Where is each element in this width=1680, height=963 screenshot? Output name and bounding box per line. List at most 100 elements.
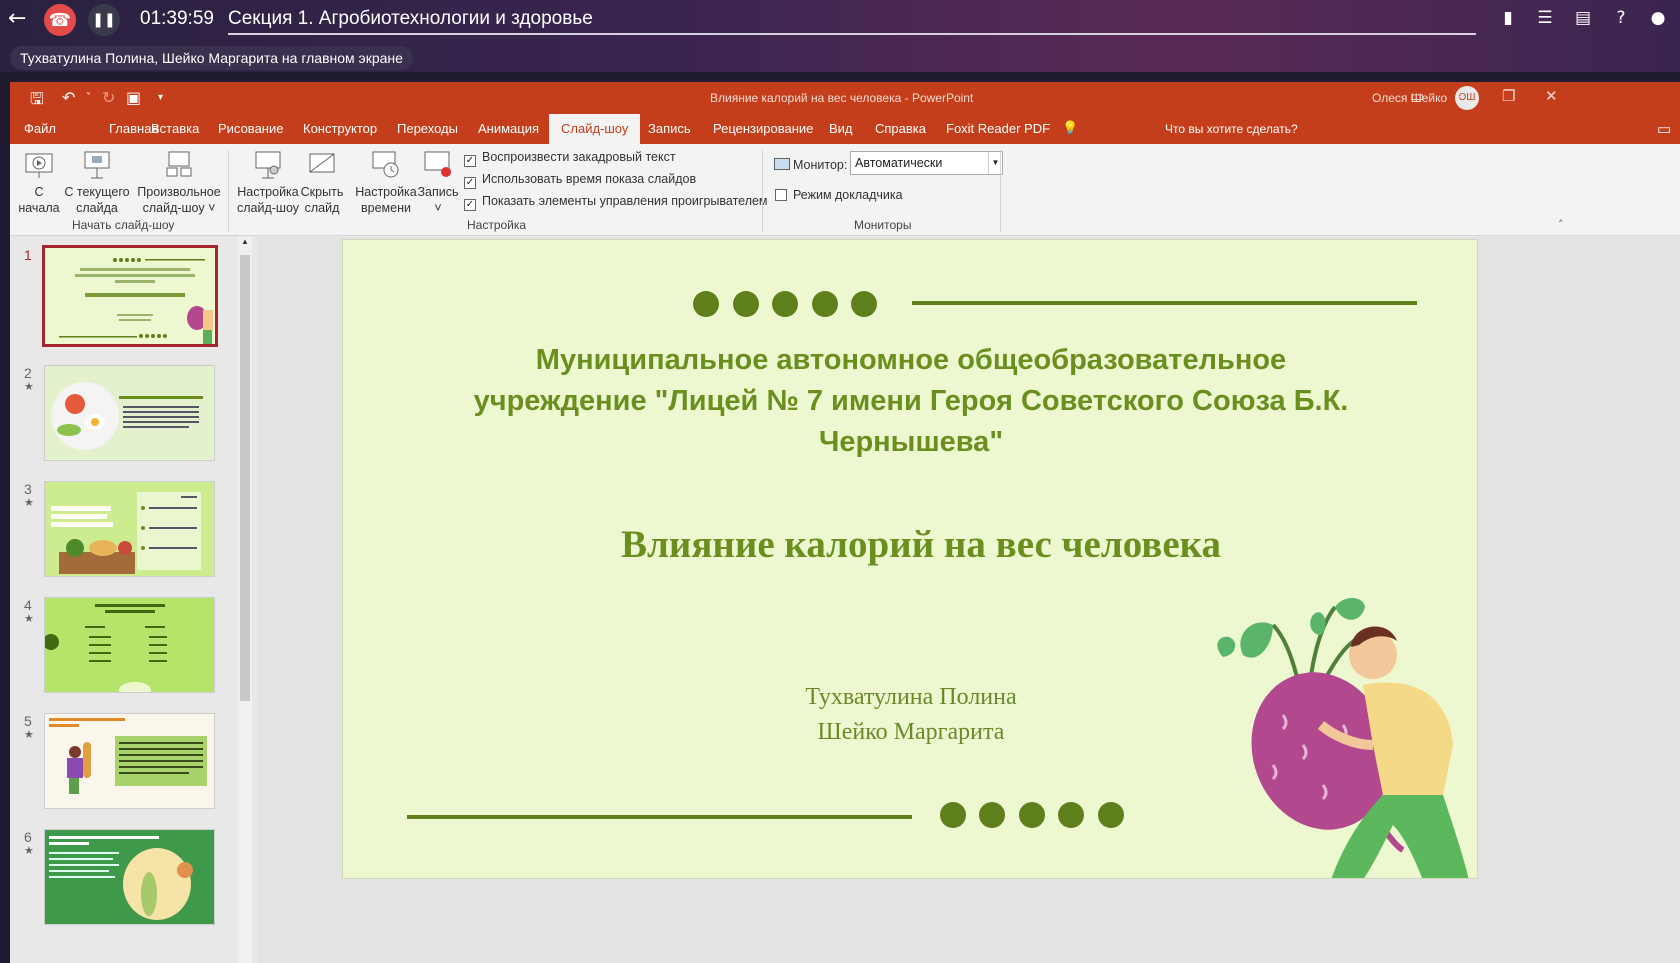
tab-view[interactable]: Вид [825,114,857,144]
slideshow-current-icon [84,151,110,179]
undo-icon[interactable]: ↶ [62,88,75,107]
slide-number-text: 6 [24,829,32,845]
lightbulb-icon: 💡 [1062,121,1079,136]
thumb-2-art [51,382,203,450]
custom-label-2: слайд-шоу ˅ [142,201,216,215]
ribbon-display-icon[interactable]: ▭ [1410,87,1424,105]
scrollbar-thumb[interactable] [240,255,250,701]
decor-dot [772,291,798,317]
slideshow-start-icon[interactable]: ▣ [126,88,141,107]
record-button[interactable]: Запись ˅ [416,150,460,216]
presenter-view-label: Режим докладчика [793,188,903,202]
narration-label: Воспроизвести закадровый текст [482,150,676,164]
chat-icon[interactable]: ▤ [1571,8,1595,30]
close-icon[interactable]: ✕ [1545,87,1558,105]
tab-foxit[interactable]: Foxit Reader PDF [942,114,1054,144]
restore-icon[interactable]: ❐ [1502,87,1515,105]
slide-number-text: 2 [24,365,32,381]
current-slide[interactable]: Муниципальное автономное общеобразовател… [342,239,1478,879]
from-current-button[interactable]: С текущего слайда [62,150,132,216]
slide-thumbnail-2[interactable] [44,365,215,461]
tab-slideshow[interactable]: Слайд-шоу [549,114,641,144]
custom-slideshow-button[interactable]: Произвольное слайд-шоу ˅ [136,150,222,216]
setup-slideshow-icon [255,151,281,179]
editor-scrollbar[interactable] [1675,237,1680,963]
tab-review[interactable]: Рецензирование [709,114,817,144]
slide-thumbnail-4[interactable] [44,597,215,693]
setup-label-1: Настройка [237,185,299,199]
help-icon[interactable]: ? [1609,8,1633,30]
setup-slideshow-button[interactable]: Настройка слайд-шоу [236,150,300,216]
tab-animations[interactable]: Анимация [474,114,543,144]
tab-insert[interactable]: Вставка [147,114,203,144]
decor-line-top [912,301,1417,305]
animation-star-icon: ★ [24,381,34,393]
monitor-value: Автоматически [855,156,943,170]
undo-dropdown-icon[interactable]: ˅ [86,92,91,103]
tell-me-search[interactable]: Что вы хотите сделать? [1165,114,1298,144]
slide-number: 5 ★ [24,713,34,741]
slide-thumbnail-1[interactable] [42,245,218,347]
controls-checkbox[interactable]: ✓ Показать элементы управления проигрыват… [464,194,768,211]
from-beginning-button[interactable]: С начала [18,150,60,216]
checkbox-checked-icon: ✓ [464,177,476,189]
ribbon-slideshow: С начала С текущего слайда Произвольное … [10,144,1680,236]
tab-file[interactable]: Файл [20,114,60,144]
slide-number: 2 ★ [24,365,34,393]
slide-thumbnail-6[interactable] [44,829,215,925]
timings-checkbox[interactable]: ✓ Использовать время показа слайдов [464,172,696,189]
scroll-up-icon[interactable]: ▲ [241,237,249,246]
slide-number: 6 ★ [24,829,34,857]
redo-icon[interactable]: ↻ [102,88,115,107]
back-arrow-icon[interactable]: ← [8,6,26,31]
slide-thumbnail-3[interactable] [44,481,215,577]
tab-record[interactable]: Запись [644,114,695,144]
rehearse-timings-button[interactable]: Настройка времени [354,150,418,216]
collapse-ribbon-icon[interactable]: ˄ [1558,218,1564,231]
customize-qat-icon[interactable]: ▾ [158,92,163,103]
title-underline [228,33,1476,35]
tab-draw[interactable]: Рисование [214,114,287,144]
slide-title[interactable]: Влияние калорий на вес человека [343,522,1477,567]
conference-title: Секция 1. Агробиотехнологии и здоровье [228,8,593,29]
pause-button[interactable]: ❚❚ [88,4,120,36]
screen-share-label: Тухватулина Полина, Шейко Маргарита на г… [10,46,413,70]
ribbon-separator [228,150,229,232]
minimize-icon[interactable]: – [1458,87,1466,105]
slide-thumbnails-pane[interactable]: 1 2 ★ 3 ★ 4 ★ 5 ★ 6 ★ ▲ [10,237,255,963]
tab-transitions[interactable]: Переходы [393,114,462,144]
school-name[interactable]: Муниципальное автономное общеобразовател… [343,340,1477,463]
animation-star-icon: ★ [24,845,34,857]
custom-slideshow-icon [166,151,192,177]
timer-icon [372,151,399,178]
decor-dot [979,802,1005,828]
comments-icon[interactable]: ▭ [1657,120,1671,138]
decor-dot [851,291,877,317]
animation-star-icon: ★ [24,613,34,625]
decor-dot [1019,802,1045,828]
slide-editor-area[interactable]: Муниципальное автономное общеобразовател… [258,237,1680,963]
slide-thumbnail-5[interactable] [44,713,215,809]
slide-number-text: 4 [24,597,32,613]
notes-icon[interactable]: ☰ [1533,8,1557,30]
hide-label-1: Скрыть [300,185,344,199]
timing-label-2: времени [361,201,411,215]
setup-label-2: слайд-шоу [236,201,300,215]
user-icon[interactable]: ● [1646,8,1670,30]
title-bar: 🖫 ↶ ˅ ↻ ▣ ▾ Влияние калорий на вес челов… [10,82,1680,114]
monitor-label: Монитор: [793,158,848,172]
presenter-view-checkbox[interactable]: Режим докладчика [775,188,903,202]
record-label-2: ˅ [434,201,442,215]
save-icon[interactable]: 🖫 [30,88,44,115]
narration-checkbox[interactable]: ✓ Воспроизвести закадровый текст [464,150,676,167]
monitor-select[interactable]: Автоматически ▼ [850,151,1003,175]
animation-star-icon: ★ [24,729,34,741]
thumbnails-scrollbar[interactable]: ▲ [238,237,252,963]
decor-dot [733,291,759,317]
tab-design[interactable]: Конструктор [299,114,381,144]
hang-up-button[interactable]: ☎ [44,4,76,36]
hide-slide-button[interactable]: Скрыть слайд [300,150,344,216]
powerpoint-window: 🖫 ↶ ˅ ↻ ▣ ▾ Влияние калорий на вес челов… [10,82,1680,963]
tab-help[interactable]: Справка [871,114,930,144]
bookmark-icon[interactable]: ▮ [1496,8,1520,30]
